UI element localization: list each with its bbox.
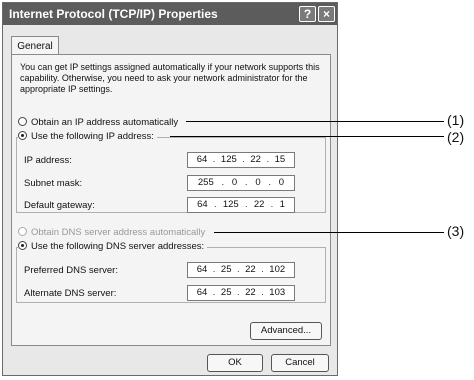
general-panel: You can get IP settings assigned automat… [11,54,331,346]
dns-manual-label: Use the following DNS server addresses: [31,241,205,252]
ip-octet: 0 [231,177,238,188]
dns-manual-radio-row[interactable]: Use the following DNS server addresses: [18,241,208,253]
dns-auto-radio-row[interactable]: Obtain DNS server address automatically [18,227,205,239]
callout-3: (3) [447,223,465,239]
ip-octet: 25 [220,264,232,275]
cancel-button[interactable]: Cancel [271,354,329,372]
ip-address-input[interactable]: 64. 125. 22. 15 [187,152,295,168]
default-gateway-label: Default gateway: [24,200,95,211]
ip-manual-radio[interactable] [18,131,27,140]
callout-line-2 [170,136,444,137]
ip-octet: 22 [245,264,256,275]
callout-2: (2) [447,129,465,145]
ip-address-label: IP address: [24,155,72,166]
dns-auto-radio[interactable] [18,227,27,236]
default-gateway-input[interactable]: 64. 125. 22. 1 [187,197,295,213]
ip-octet: 125 [222,199,239,210]
ip-auto-radio-row[interactable]: Obtain an IP address automatically [18,117,178,129]
callout-1: (1) [447,112,465,128]
close-button[interactable]: × [318,6,335,22]
alternate-dns-input[interactable]: 64. 25. 22. 103 [187,285,295,301]
ip-octet: 22 [250,154,261,165]
ip-octet: 0 [278,177,285,188]
preferred-dns-input[interactable]: 64. 25. 22. 102 [187,262,295,278]
ip-octet: 102 [269,264,286,275]
ip-octet: 0 [255,177,261,188]
intro-text: You can get IP settings assigned automat… [20,62,320,94]
ip-octet: 22 [253,199,265,210]
subnet-mask-label: Subnet mask: [24,178,83,189]
alternate-dns-label: Alternate DNS server: [24,288,117,299]
ip-octet: 64 [196,264,208,275]
ip-octet: 1 [279,199,285,210]
callout-line-3 [214,232,444,233]
ip-auto-radio[interactable] [18,117,27,126]
ip-octet: 64 [196,287,208,298]
tab-general[interactable]: General [11,36,59,55]
ip-octet: 15 [274,154,286,165]
ip-manual-radio-row[interactable]: Use the following IP address: [18,131,157,143]
help-button[interactable]: ? [299,6,316,22]
advanced-button[interactable]: Advanced... [250,322,322,340]
ip-octet: 255 [197,177,214,188]
ip-octet: 64 [196,154,208,165]
ip-octet: 103 [269,287,286,298]
ip-octet: 25 [220,287,232,298]
callout-line-1 [186,121,444,122]
ip-manual-label: Use the following IP address: [31,131,154,142]
window-title: Internet Protocol (TCP/IP) Properties [9,7,218,21]
ok-button[interactable]: OK [207,354,263,372]
subnet-mask-input[interactable]: 255. 0. 0. 0 [187,175,295,191]
ip-auto-label: Obtain an IP address automatically [31,117,179,128]
preferred-dns-label: Preferred DNS server: [24,265,118,276]
dns-auto-label: Obtain DNS server address automatically [31,227,206,238]
tcpip-properties-dialog: Internet Protocol (TCP/IP) Properties ? … [2,2,338,376]
ip-octet: 64 [197,199,208,210]
dns-manual-radio[interactable] [18,241,27,250]
title-bar: Internet Protocol (TCP/IP) Properties ? … [3,3,337,25]
ip-octet: 22 [245,287,256,298]
ip-octet: 125 [220,154,237,165]
